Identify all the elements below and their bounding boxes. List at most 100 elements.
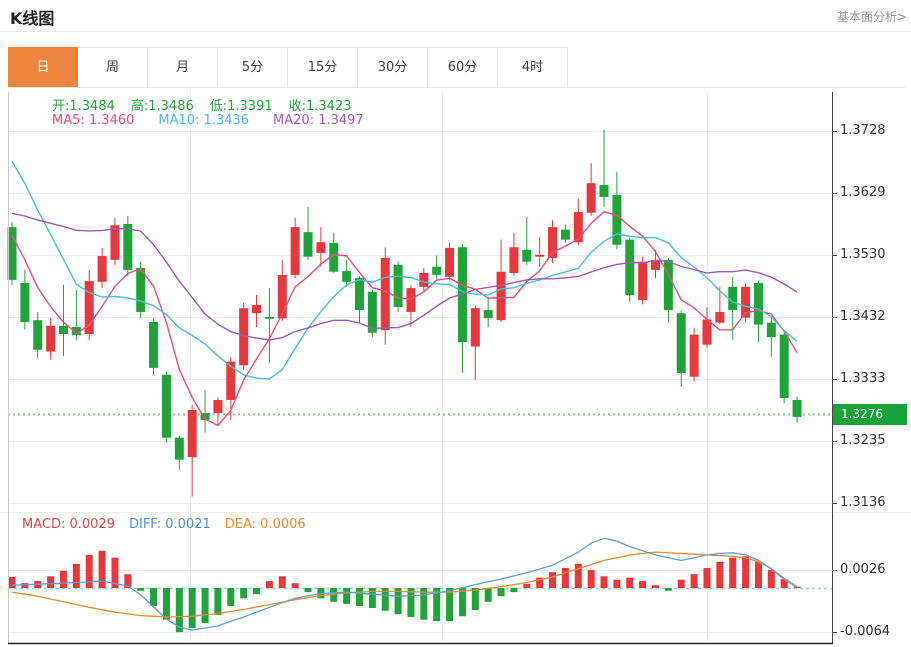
candle-body (484, 310, 493, 318)
tab-period-1[interactable]: 周 (78, 47, 148, 87)
candle-body (291, 227, 300, 275)
tab-period-5[interactable]: 30分 (358, 47, 428, 87)
price-axis-label: 1.3728 (840, 123, 906, 139)
macd-bar (60, 571, 67, 588)
candle-body (702, 320, 711, 345)
macd-bar (292, 583, 299, 588)
macd-bar (523, 584, 530, 588)
candle-body (561, 230, 570, 240)
ohlc-row-item-3: 收:1.3423 (289, 99, 352, 114)
candle-body (304, 232, 313, 257)
candle-body (175, 438, 184, 460)
macd-bar (549, 572, 556, 588)
period-tabbar: 日周月5分15分30分60分4时 (8, 47, 905, 88)
macd-bar (446, 588, 453, 621)
candle-body (509, 247, 518, 273)
tab-period-4[interactable]: 15分 (288, 47, 358, 87)
macd-bar (768, 570, 775, 588)
macd-bar (47, 576, 54, 588)
candle-body (98, 256, 107, 282)
fundamental-analysis-link[interactable]: 基本面分析> (837, 8, 907, 25)
macd-bar (498, 588, 505, 596)
candle-body (316, 242, 325, 253)
candle-body (252, 305, 261, 313)
tab-period-0[interactable]: 日 (8, 47, 78, 87)
page-title: K线图 (10, 5, 54, 29)
candle-body (213, 400, 222, 413)
candle-body (497, 272, 506, 320)
macd-bar (665, 588, 672, 591)
macd-bar (639, 581, 646, 588)
candle-body (59, 326, 68, 334)
macd-bar (214, 588, 221, 615)
candle-body (677, 313, 686, 373)
macd-axis-label: -0.0064 (840, 624, 906, 640)
macd-bar (510, 588, 517, 592)
ma-row-item-1: MA10: 1.3436 (158, 113, 249, 128)
candle-body (432, 267, 441, 275)
macd-bar (420, 588, 427, 620)
macd-bar (253, 588, 260, 594)
candle-body (20, 283, 29, 322)
macd-bar (742, 556, 749, 588)
tab-period-7[interactable]: 4时 (498, 47, 568, 87)
price-axis-label: 1.3530 (840, 247, 906, 263)
macd-bar (626, 578, 633, 588)
macd-bar (240, 588, 247, 598)
candle-body (342, 271, 351, 282)
macd-bar (189, 588, 196, 628)
macd-bar (279, 576, 286, 588)
macd-bar (729, 558, 736, 588)
candle-body (85, 281, 94, 334)
candle-body (419, 273, 428, 287)
candle-body (715, 312, 724, 323)
candle-body (46, 326, 55, 352)
tab-period-3[interactable]: 5分 (218, 47, 288, 87)
macd-bar (163, 588, 170, 620)
macd-bar (485, 588, 492, 602)
candle-body (265, 317, 274, 319)
tab-period-2[interactable]: 月 (148, 47, 218, 87)
macd-bar (86, 555, 93, 588)
macd-bar (459, 588, 466, 616)
candle-body (625, 240, 634, 295)
macd-readout: MACD: 0.0029DIFF: 0.0021DEA: 0.0006 (22, 517, 320, 532)
macd-bar (305, 588, 312, 592)
macd-row-item-2: DEA: 0.0006 (225, 517, 306, 532)
ohlc-row-item-2: 低:1.3391 (210, 99, 273, 114)
candle-body (394, 265, 403, 307)
ma-row-item-2: MA20: 1.3497 (273, 113, 364, 128)
tab-period-6[interactable]: 60分 (428, 47, 498, 87)
candle-body (522, 250, 531, 262)
candle-body (793, 400, 802, 417)
macd-bar (227, 588, 234, 606)
macd-bar (716, 562, 723, 588)
macd-bar (356, 588, 363, 606)
candle-body (406, 288, 415, 312)
macd-bar (755, 562, 762, 588)
macd-bar (588, 570, 595, 588)
macd-bar (652, 585, 659, 588)
candle-body (754, 283, 763, 324)
candle-body (110, 225, 119, 260)
macd-bar (343, 588, 350, 604)
candle-body (162, 375, 171, 438)
macd-bar (703, 568, 710, 588)
macd-bar (678, 580, 685, 588)
candle-body (188, 410, 197, 457)
ma-row-item-0: MA5: 1.3460 (52, 113, 134, 128)
macd-bar (613, 580, 620, 588)
kline-page: K线图 基本面分析> 日周月5分15分30分60分4时 开:1.3484高:1.… (0, 0, 911, 647)
candle-body (149, 322, 158, 368)
ohlc-readout: 开:1.3484高:1.3486低:1.3391收:1.3423 (52, 95, 368, 114)
price-axis-label: 1.3333 (840, 371, 906, 387)
candle-body (355, 278, 364, 310)
macd-bar (266, 581, 273, 588)
ma-readout: MA5: 1.3460 MA10: 1.3436 MA20: 1.3497 (52, 113, 388, 128)
candle-body (471, 308, 480, 346)
current-price-tag: 1.3276 (833, 404, 907, 425)
candle-body (445, 248, 454, 277)
price-axis-label: 1.3235 (840, 433, 906, 449)
candle-body (574, 212, 583, 242)
macd-bar (691, 574, 698, 588)
